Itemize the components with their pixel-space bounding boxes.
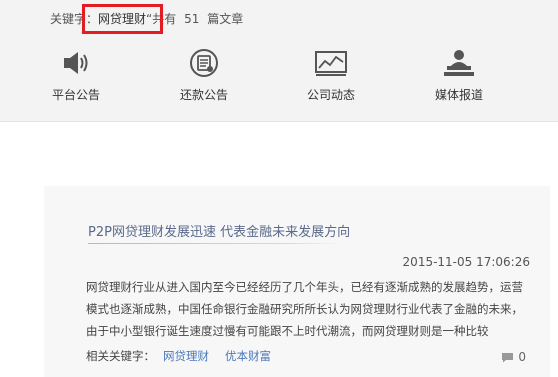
article-date: 2015-11-05 17:06:26 <box>402 255 530 269</box>
article-card: P2P网贷理财发展迅速 代表金融未来发展方向 2015-11-05 17:06:… <box>44 186 550 377</box>
nav-item-repayment-notice[interactable]: 还款公告 <box>154 48 254 112</box>
nav-item-label: 媒体报道 <box>434 88 483 102</box>
nav-item-label: 还款公告 <box>179 88 228 102</box>
article-excerpt: 网贷理财行业从进入国内至今已经经历了几个年头，已经有逐渐成熟的发展趋势，运营模式… <box>86 280 523 338</box>
article-title[interactable]: P2P网贷理财发展迅速 代表金融未来发展方向 <box>88 221 350 240</box>
nav-item-platform-notice[interactable]: 平台公告 <box>26 48 126 112</box>
news-person-icon <box>444 50 474 76</box>
nav-item-label: 平台公告 <box>51 88 100 102</box>
nav-item-label: 公司动态 <box>306 88 355 102</box>
result-unit: 篇文章 <box>207 12 244 26</box>
comment-icon <box>502 352 514 362</box>
nav-item-media-reports[interactable]: 媒体报道 <box>409 48 509 112</box>
related-keywords: 相关关键字： 网贷理财 优本财富 <box>86 348 271 364</box>
tag-link[interactable]: 优本财富 <box>225 349 271 363</box>
result-count: 51 <box>184 12 200 26</box>
comment-count[interactable]: 0 <box>501 350 526 364</box>
category-nav: 平台公告 还款公告 公司动态 媒体报道 <box>0 48 558 118</box>
list-icon <box>190 49 218 77</box>
tag-link[interactable]: 网贷理财 <box>163 349 209 363</box>
comment-count-value: 0 <box>518 350 526 364</box>
speaker-icon <box>64 52 88 74</box>
nav-item-company-news[interactable]: 公司动态 <box>281 48 381 112</box>
related-keywords-label: 相关关键字： <box>86 349 155 363</box>
chart-icon <box>315 51 347 76</box>
keyword-highlight-box <box>82 4 163 34</box>
title-underline <box>88 243 342 244</box>
